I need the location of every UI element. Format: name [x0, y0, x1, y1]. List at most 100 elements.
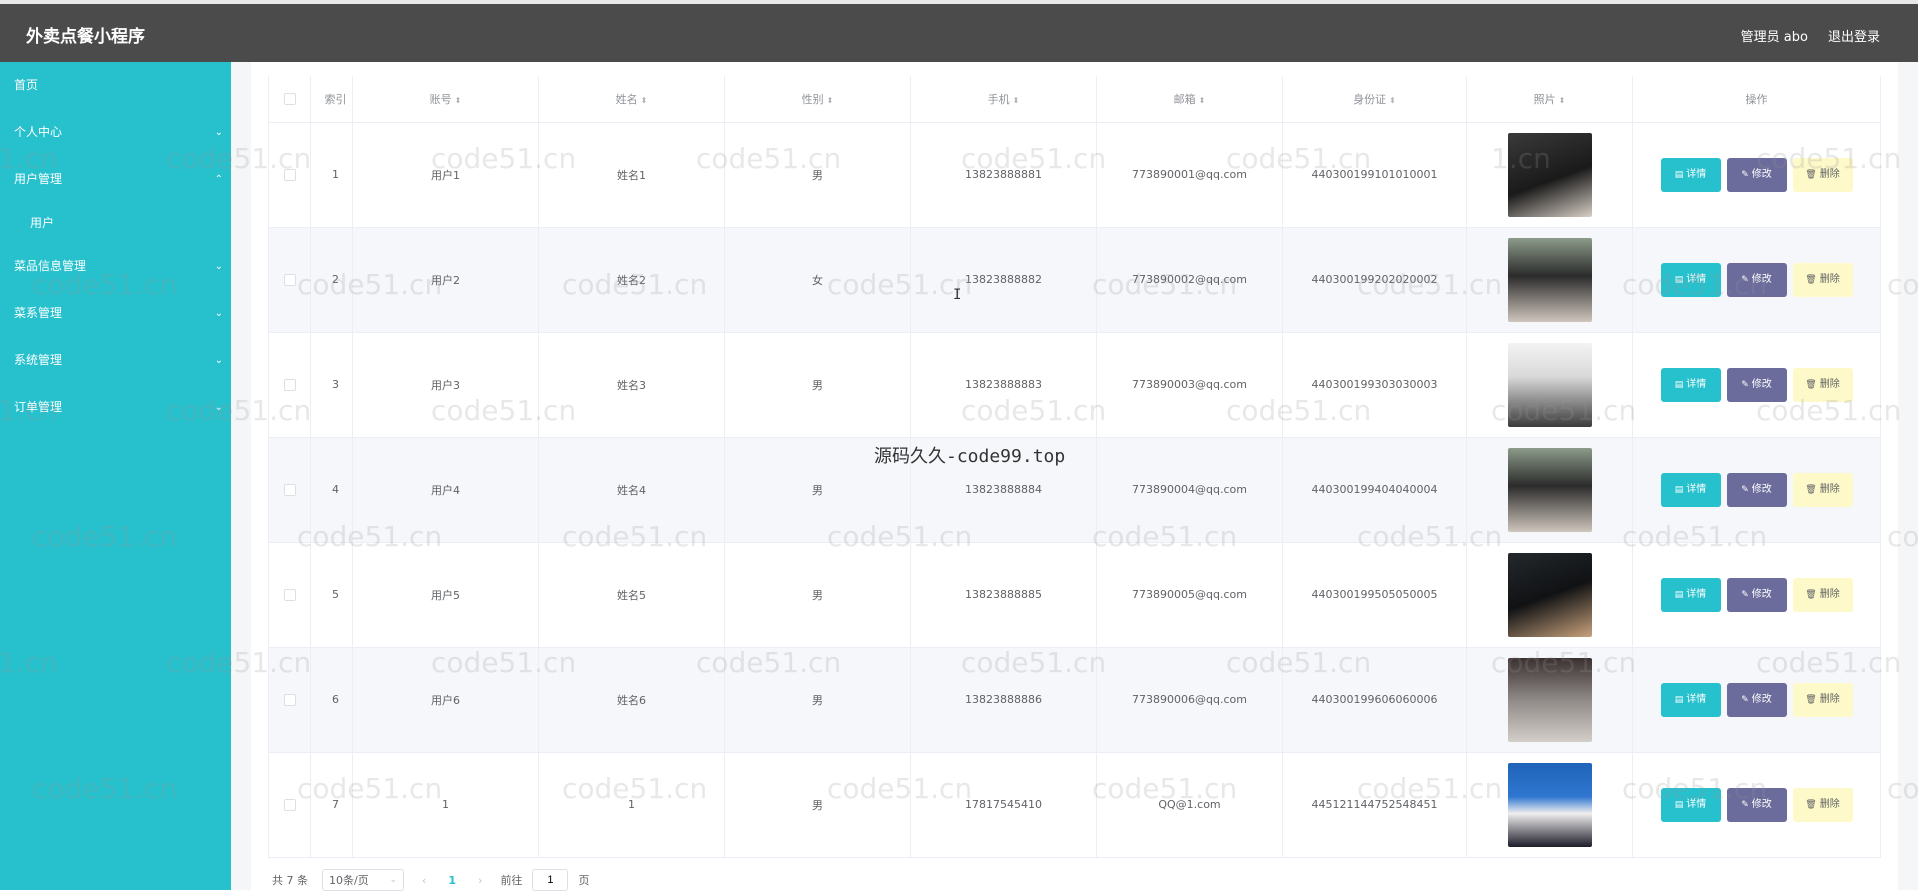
sidebar-item-cuisine[interactable]: 菜系管理 ⌄ — [0, 290, 231, 337]
detail-button[interactable]: ▤ 详情 — [1660, 157, 1721, 192]
cell-actions: ▤ 详情 ✎ 修改 🗑 删除 — [1632, 542, 1881, 648]
chevron-down-icon: ⌄ — [214, 355, 223, 366]
prev-page-button[interactable]: ‹ — [414, 874, 434, 887]
column-header-account[interactable]: 账号 ⬍ — [352, 76, 539, 123]
row-select-cell — [268, 437, 311, 543]
trash-icon: 🗑 — [1805, 379, 1817, 390]
delete-button[interactable]: 🗑 删除 — [1792, 682, 1853, 717]
sort-icon[interactable]: ⬍ — [1389, 96, 1396, 105]
cell-id-card: 440300199505050005 — [1282, 542, 1467, 648]
row-checkbox[interactable] — [283, 589, 296, 601]
page-size-select[interactable]: 10条/页 ⌄ — [322, 869, 404, 891]
sort-icon[interactable]: ⬍ — [455, 96, 462, 105]
select-all-checkbox[interactable] — [283, 93, 296, 106]
detail-button[interactable]: ▤ 详情 — [1660, 787, 1721, 822]
delete-button-label: 删除 — [1819, 693, 1840, 705]
edit-button[interactable]: ✎ 修改 — [1726, 472, 1787, 507]
detail-button-label: 详情 — [1686, 273, 1707, 285]
edit-button[interactable]: ✎ 修改 — [1726, 787, 1787, 822]
sidebar-item-dish-info[interactable]: 菜品信息管理 ⌄ — [0, 243, 231, 290]
user-photo — [1507, 657, 1592, 742]
page-suffix: 页 — [578, 874, 590, 887]
sidebar-item-users[interactable]: 用户 — [0, 203, 231, 243]
column-header-phone[interactable]: 手机 ⬍ — [910, 76, 1097, 123]
cell-photo — [1466, 332, 1633, 438]
delete-button[interactable]: 🗑 删除 — [1792, 787, 1853, 822]
sort-icon[interactable]: ⬍ — [827, 96, 834, 105]
trash-icon: 🗑 — [1805, 484, 1817, 495]
sort-icon[interactable]: ⬍ — [1013, 96, 1020, 105]
delete-button[interactable]: 🗑 删除 — [1792, 367, 1853, 402]
delete-button[interactable]: 🗑 删除 — [1792, 262, 1853, 297]
document-icon: ▤ — [1674, 694, 1684, 705]
top-bar: 外卖点餐小程序 管理员 abo 退出登录 — [0, 0, 1918, 62]
scrollbar[interactable] — [1898, 62, 1918, 890]
sidebar-item-home[interactable]: 首页 — [0, 62, 231, 109]
row-select-cell — [268, 122, 311, 228]
sort-icon[interactable]: ⬍ — [641, 96, 648, 105]
trash-icon: 🗑 — [1805, 274, 1817, 285]
row-checkbox[interactable] — [283, 694, 296, 706]
sidebar-item-label: 系统管理 — [14, 353, 63, 367]
column-header-photo[interactable]: 照片 ⬍ — [1466, 76, 1633, 123]
cell-gender: 男 — [724, 437, 911, 543]
cell-email: 773890002@qq.com — [1096, 227, 1283, 333]
cell-id-card: 440300199101010001 — [1282, 122, 1467, 228]
detail-button[interactable]: ▤ 详情 — [1660, 262, 1721, 297]
sort-icon[interactable]: ⬍ — [1559, 96, 1566, 105]
cell-phone: 13823888884 — [910, 437, 1097, 543]
delete-button[interactable]: 🗑 删除 — [1792, 157, 1853, 192]
cell-email: 773890003@qq.com — [1096, 332, 1283, 438]
detail-button-label: 详情 — [1686, 378, 1707, 390]
row-checkbox[interactable] — [283, 799, 296, 811]
table-row: 7 1 1 男 17817545410 QQ@1.com 44512114475… — [268, 752, 1881, 858]
pencil-icon: ✎ — [1741, 484, 1749, 495]
goto-page-input[interactable] — [532, 869, 569, 891]
next-page-button[interactable]: › — [470, 874, 490, 887]
chevron-down-icon: ⌄ — [389, 875, 397, 885]
pencil-icon: ✎ — [1741, 694, 1749, 705]
table-row: 2 用户2 姓名2 女 13823888882 773890002@qq.com… — [268, 227, 1881, 333]
cell-gender: 男 — [724, 122, 911, 228]
row-checkbox[interactable] — [283, 484, 296, 496]
chevron-up-icon: ⌃ — [214, 174, 223, 185]
sidebar-item-profile[interactable]: 个人中心 ⌄ — [0, 109, 231, 156]
detail-button[interactable]: ▤ 详情 — [1660, 367, 1721, 402]
column-header-gender[interactable]: 性别 ⬍ — [724, 76, 911, 123]
delete-button[interactable]: 🗑 删除 — [1792, 472, 1853, 507]
sort-icon[interactable]: ⬍ — [1199, 96, 1206, 105]
content-gutter — [231, 62, 251, 890]
sidebar-item-user-management[interactable]: 用户管理 ⌃ — [0, 156, 231, 203]
edit-button[interactable]: ✎ 修改 — [1726, 262, 1787, 297]
document-icon: ▤ — [1674, 169, 1684, 180]
page-number-current[interactable]: 1 — [444, 874, 460, 887]
column-label: 身份证 — [1353, 92, 1387, 106]
page-size-value: 10条/页 — [329, 874, 369, 887]
edit-button[interactable]: ✎ 修改 — [1726, 682, 1787, 717]
column-label: 照片 — [1533, 92, 1556, 106]
column-label: 手机 — [987, 92, 1010, 106]
edit-button[interactable]: ✎ 修改 — [1726, 157, 1787, 192]
delete-button[interactable]: 🗑 删除 — [1792, 577, 1853, 612]
logout-button[interactable]: 退出登录 — [1828, 26, 1880, 45]
edit-button-label: 修改 — [1751, 798, 1772, 810]
column-header-email[interactable]: 邮箱 ⬍ — [1096, 76, 1283, 123]
cell-name: 姓名6 — [538, 647, 725, 753]
delete-button-label: 删除 — [1819, 168, 1840, 180]
cell-account: 1 — [352, 752, 539, 858]
edit-button[interactable]: ✎ 修改 — [1726, 367, 1787, 402]
row-select-cell — [268, 332, 311, 438]
row-checkbox[interactable] — [283, 379, 296, 391]
user-photo — [1507, 762, 1592, 847]
sidebar-item-orders[interactable]: 订单管理 ⌄ — [0, 384, 231, 431]
sidebar-item-system[interactable]: 系统管理 ⌄ — [0, 337, 231, 384]
row-checkbox[interactable] — [283, 169, 296, 181]
edit-button[interactable]: ✎ 修改 — [1726, 577, 1787, 612]
detail-button[interactable]: ▤ 详情 — [1660, 682, 1721, 717]
detail-button[interactable]: ▤ 详情 — [1660, 577, 1721, 612]
detail-button[interactable]: ▤ 详情 — [1660, 472, 1721, 507]
column-header-id-card[interactable]: 身份证 ⬍ — [1282, 76, 1467, 123]
edit-button-label: 修改 — [1751, 273, 1772, 285]
column-header-name[interactable]: 姓名 ⬍ — [538, 76, 725, 123]
row-checkbox[interactable] — [283, 274, 296, 286]
